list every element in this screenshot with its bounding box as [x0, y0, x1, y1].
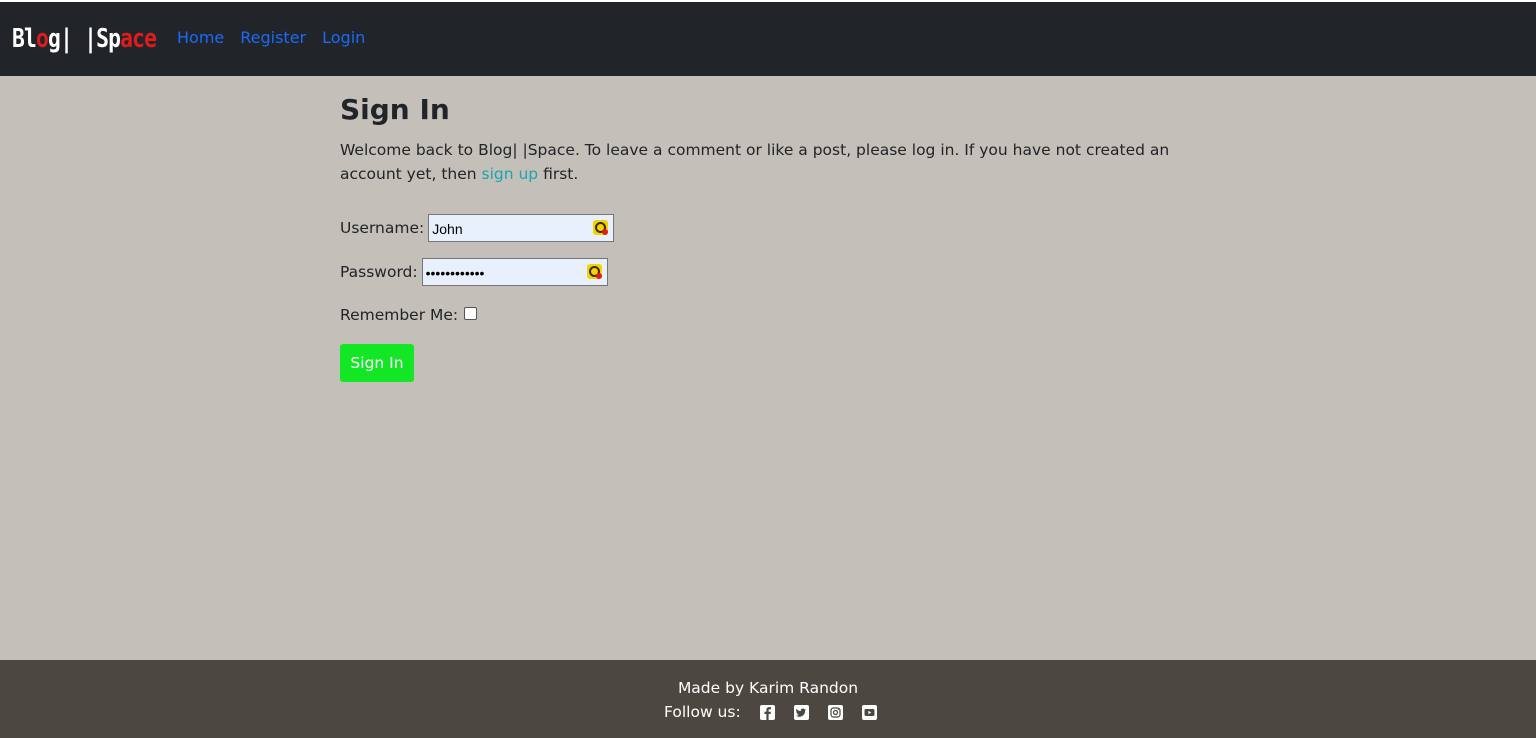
footer: Made by Karim Randon Follow us:	[0, 660, 1536, 738]
facebook-icon[interactable]	[760, 704, 776, 720]
main-content: Sign In Welcome back to Blog| |Space. To…	[340, 92, 1200, 382]
username-label: Username:	[340, 219, 425, 237]
intro-text: Welcome back to Blog| |Space. To leave a…	[340, 138, 1200, 186]
sign-in-button[interactable]: Sign In	[340, 344, 414, 382]
twitter-icon[interactable]	[794, 704, 810, 720]
nav-links: Home Register Login	[177, 28, 365, 47]
nav-home-link[interactable]: Home	[177, 28, 224, 47]
brand-logo[interactable]: Bl o g| |Sp a c e	[12, 24, 157, 54]
brand-text-4: a	[120, 24, 133, 54]
password-manager-icon[interactable]	[593, 220, 609, 235]
brand-text-3: g| |Sp	[48, 24, 121, 54]
remember-checkbox[interactable]	[464, 306, 478, 320]
password-label: Password:	[340, 263, 418, 281]
remember-label: Remember Me:	[340, 306, 459, 324]
navbar: Bl o g| |Sp a c e Home Register Login	[0, 2, 1536, 76]
nav-login-link[interactable]: Login	[322, 28, 365, 47]
sign-up-link[interactable]: sign up	[482, 165, 539, 183]
password-field-wrap	[421, 258, 608, 286]
page-title: Sign In	[340, 93, 450, 126]
footer-credit: Made by Karim Randon	[677, 679, 859, 697]
username-row: Username:	[340, 214, 615, 242]
follow-label: Follow us:	[664, 703, 741, 721]
intro-text-after: first.	[538, 165, 579, 183]
password-manager-icon[interactable]	[586, 264, 602, 279]
youtube-icon[interactable]	[862, 704, 878, 720]
username-input[interactable]	[428, 214, 615, 242]
password-row: Password:	[340, 258, 608, 286]
password-input[interactable]	[421, 258, 608, 286]
remember-row: Remember Me:	[340, 306, 478, 324]
instagram-icon[interactable]	[828, 704, 844, 720]
intro-text-before: Welcome back to Blog| |Space. To leave a…	[340, 141, 1170, 183]
nav-register-link[interactable]: Register	[240, 28, 306, 47]
social-links	[760, 704, 878, 720]
brand-text-6: e	[144, 24, 157, 54]
brand-text-2: o	[36, 24, 49, 54]
brand-text-5: c	[132, 24, 145, 54]
username-field-wrap	[428, 214, 615, 242]
follow-us: Follow us:	[664, 703, 878, 721]
brand-text-1: Bl	[12, 24, 37, 54]
password-manager-badge	[595, 273, 602, 279]
